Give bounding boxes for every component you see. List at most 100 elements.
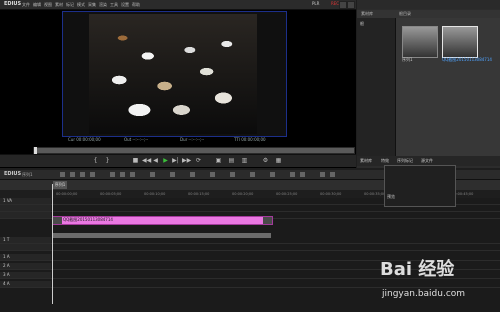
paste-icon[interactable] bbox=[130, 172, 135, 177]
bin-tabs: 素材库 根目录 bbox=[357, 10, 500, 18]
rewind-icon[interactable]: ◀◀ bbox=[142, 157, 151, 164]
ruler-tick: 00:00:30;00 bbox=[320, 192, 342, 196]
menu-tools[interactable]: 工具 bbox=[110, 2, 118, 8]
clip-in-handle[interactable] bbox=[53, 217, 62, 224]
tab-library[interactable]: 素材库 bbox=[360, 158, 372, 164]
timecode-cur: Cur 00:00:00;00 bbox=[68, 137, 101, 142]
bin-tab-root[interactable]: 根目录 bbox=[399, 11, 411, 17]
track-header[interactable]: 4 A bbox=[0, 281, 51, 287]
clip-name-sequence: 序列1 bbox=[402, 57, 413, 62]
timeline-clip-audio[interactable] bbox=[52, 233, 271, 238]
grid-icon[interactable] bbox=[320, 172, 325, 177]
clip-out-handle[interactable] bbox=[263, 217, 272, 224]
timecode-dur: Dur --:--:--;-- bbox=[180, 137, 205, 142]
menu-view[interactable]: 视图 bbox=[44, 2, 52, 8]
track-header[interactable]: 1 A bbox=[0, 254, 51, 260]
timeline-logo: EDIUS bbox=[4, 171, 22, 177]
minimize-button[interactable] bbox=[339, 1, 347, 9]
track-header[interactable] bbox=[0, 244, 51, 250]
audio-icon[interactable] bbox=[250, 172, 255, 177]
timecode-row: Cur 00:00:00;00 Out --:--:--;-- Dur --:-… bbox=[62, 137, 286, 143]
ripple-icon[interactable] bbox=[170, 172, 175, 177]
track-label: 1 T bbox=[3, 237, 10, 242]
close-button[interactable] bbox=[347, 1, 355, 9]
timecode-out: Out --:--:--;-- bbox=[124, 137, 149, 142]
preview-popup: 预览 bbox=[384, 165, 456, 207]
plr-toggle[interactable]: PLR bbox=[312, 1, 319, 6]
folder-root[interactable]: 根 bbox=[360, 21, 364, 27]
loop-icon[interactable]: ⟳ bbox=[195, 157, 202, 164]
watermark-logo: Bai 经验 bbox=[380, 259, 455, 280]
scrub-handle[interactable] bbox=[34, 147, 37, 154]
zoom-in-icon[interactable] bbox=[300, 172, 305, 177]
play-icon[interactable]: ▶ bbox=[162, 157, 169, 164]
overwrite-icon[interactable]: ▣ bbox=[215, 157, 222, 164]
marker-icon[interactable] bbox=[210, 172, 215, 177]
export-icon[interactable]: ▥ bbox=[241, 157, 248, 164]
timecode-ttl: TTl 00:00:00;00 bbox=[234, 137, 266, 142]
track-header[interactable]: 1 T bbox=[0, 237, 51, 243]
ruler-tick: 00:00:25;00 bbox=[276, 192, 298, 196]
mixer-icon[interactable] bbox=[270, 172, 275, 177]
menu-mode[interactable]: 模式 bbox=[77, 2, 85, 8]
track-header[interactable] bbox=[0, 212, 51, 218]
zoom-out-icon[interactable] bbox=[290, 172, 295, 177]
redo-icon[interactable] bbox=[90, 172, 95, 177]
open-icon[interactable] bbox=[60, 172, 65, 177]
tab-markers[interactable]: 序列标记 bbox=[397, 158, 413, 164]
insert-icon[interactable]: ▤ bbox=[228, 157, 235, 164]
sequence-tab[interactable]: 序列1 bbox=[53, 181, 67, 189]
rec-toggle[interactable]: REC bbox=[331, 1, 339, 6]
track-header[interactable]: 2 A bbox=[0, 263, 51, 269]
scrub-bar[interactable] bbox=[33, 147, 355, 154]
track-row bbox=[0, 244, 500, 251]
undo-icon[interactable] bbox=[80, 172, 85, 177]
clip-grid: 序列1 QQ截图20150113084714 bbox=[396, 18, 500, 156]
tab-source[interactable]: 源文件 bbox=[421, 158, 433, 164]
track-label: 1 VA bbox=[3, 198, 13, 203]
menu-edit[interactable]: 编辑 bbox=[33, 2, 41, 8]
step-back-icon[interactable]: ◀ bbox=[152, 157, 159, 164]
menu-settings[interactable]: 设置 bbox=[121, 2, 129, 8]
track-label: 4 A bbox=[3, 281, 10, 286]
ruler-tick: 00:00:20;00 bbox=[232, 192, 254, 196]
ruler-tick: 00:00:00;00 bbox=[56, 192, 78, 196]
fast-forward-icon[interactable]: ▶▶ bbox=[182, 157, 191, 164]
menu-help[interactable]: 帮助 bbox=[132, 2, 140, 8]
delete-icon[interactable] bbox=[150, 172, 155, 177]
settings-icon[interactable]: ⚙ bbox=[262, 157, 269, 164]
track-header[interactable]: 3 A bbox=[0, 272, 51, 278]
set-in-icon[interactable]: { bbox=[92, 157, 99, 164]
folder-tree: 根 bbox=[357, 18, 396, 156]
list-icon[interactable] bbox=[330, 172, 335, 177]
track-header[interactable] bbox=[0, 205, 51, 211]
clip-thumb-sequence[interactable] bbox=[402, 26, 438, 58]
render-icon[interactable] bbox=[230, 172, 235, 177]
stop-icon[interactable]: ■ bbox=[132, 157, 139, 164]
tab-effects[interactable]: 特效 bbox=[381, 158, 389, 164]
menu-marker[interactable]: 标记 bbox=[66, 2, 74, 8]
copy-icon[interactable] bbox=[120, 172, 125, 177]
clip-name-image: QQ截图20150113084714 bbox=[442, 57, 492, 62]
step-forward-icon[interactable]: ▶| bbox=[172, 157, 179, 164]
menu-file[interactable]: 文件 bbox=[22, 2, 30, 8]
set-out-icon[interactable]: } bbox=[104, 157, 111, 164]
save-icon[interactable] bbox=[70, 172, 75, 177]
app-logo: EDIUS bbox=[4, 1, 22, 7]
snap-icon[interactable] bbox=[190, 172, 195, 177]
bin-tab-library[interactable]: 素材库 bbox=[361, 11, 373, 17]
track-header[interactable]: 1 VA bbox=[0, 198, 51, 204]
menu-capture[interactable]: 采集 bbox=[88, 2, 96, 8]
track-row: 1 T bbox=[0, 237, 500, 244]
track-label: 2 A bbox=[3, 263, 10, 268]
more-icon[interactable]: ▦ bbox=[275, 157, 282, 164]
timeline-playhead[interactable] bbox=[52, 184, 53, 304]
menu-render[interactable]: 渲染 bbox=[99, 2, 107, 8]
preview-image bbox=[89, 14, 257, 134]
clip-thumb-image[interactable] bbox=[442, 26, 478, 58]
menu-clip[interactable]: 素材 bbox=[55, 2, 63, 8]
track-label: 3 A bbox=[3, 272, 10, 277]
cut-icon[interactable] bbox=[110, 172, 115, 177]
sequence-name: 序列1 bbox=[22, 172, 33, 177]
timeline-clip[interactable]: QQ截图20150113084714 bbox=[52, 216, 273, 225]
